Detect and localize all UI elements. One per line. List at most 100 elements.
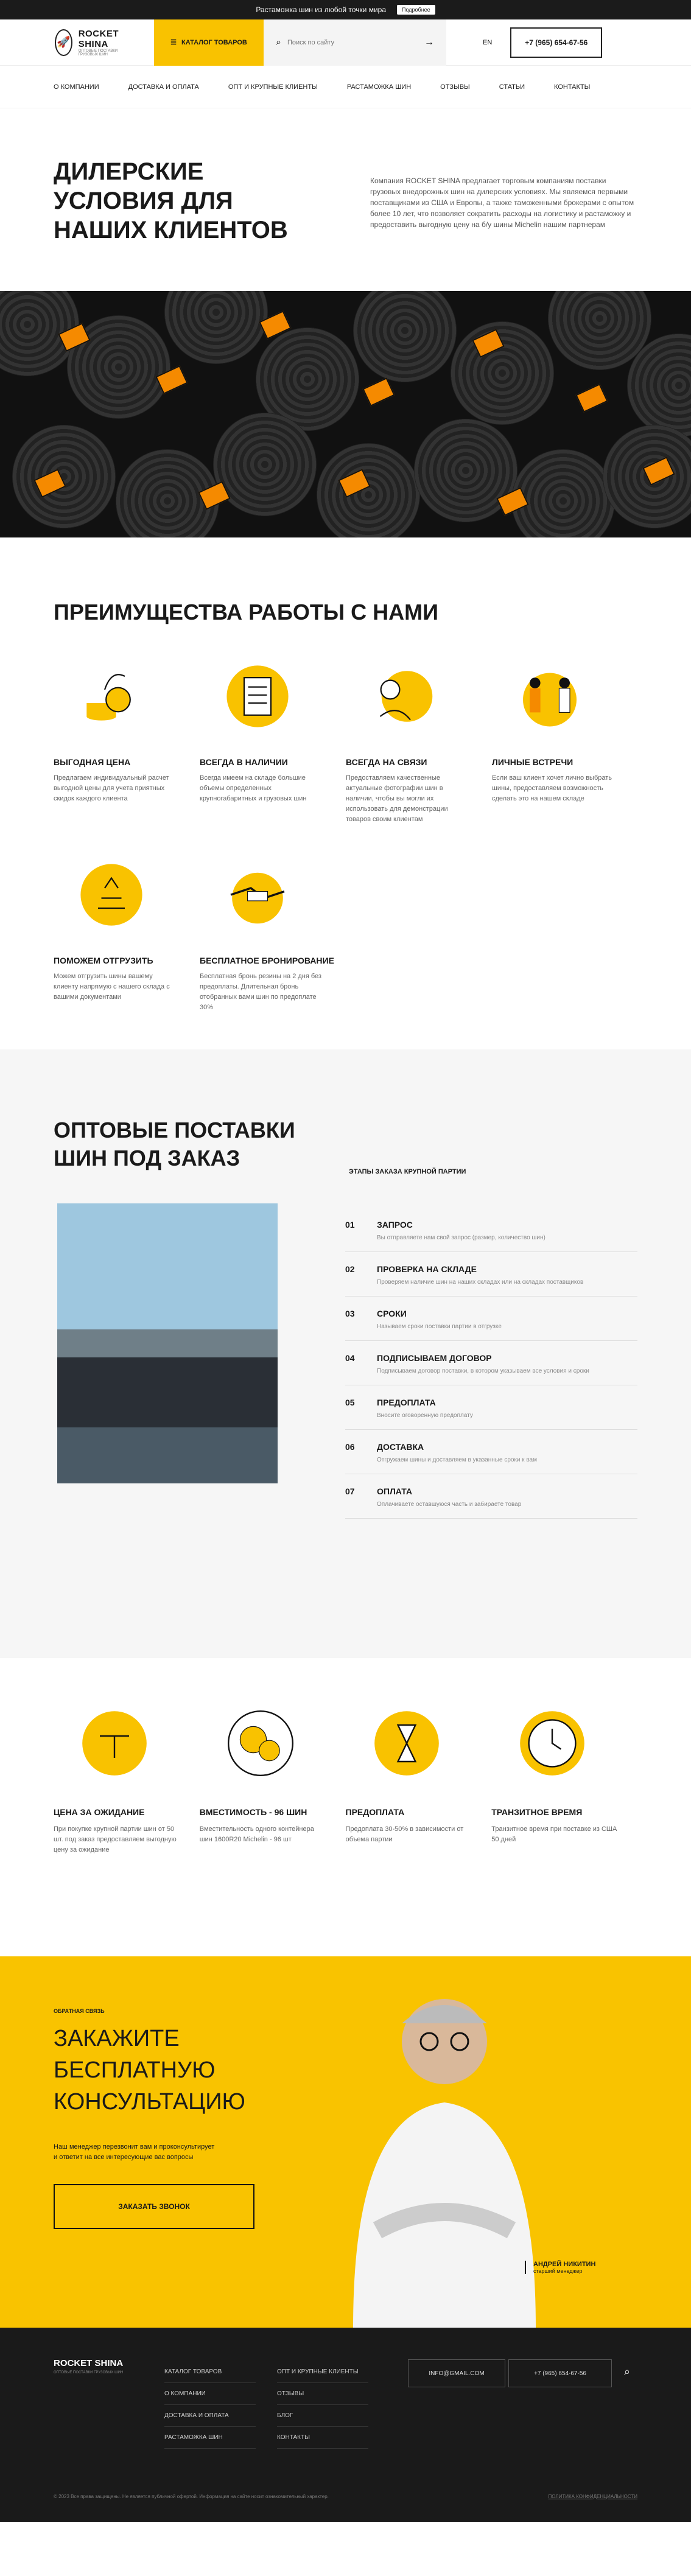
- stage-item: 03 СРОКИ Называем сроки поставки партии в …: [345, 1297, 637, 1341]
- footer-col-1: КАТАЛОГ ТОВАРОВ О КОМПАНИИ ДОСТАВКА И ОПЛА…: [164, 2361, 256, 2449]
- stat-title: ПРЕДОПЛАТА: [345, 1807, 405, 1817]
- stage-title: ДОСТАВКА: [377, 1442, 424, 1452]
- footer-link[interactable]: КАТАЛОГ ТОВАРОВ: [164, 2361, 256, 2383]
- wait-price-icon: [82, 1711, 147, 1776]
- stage-item: 02 ПРОВЕРКА НА СКЛАДЕ Проверяем наличие ши…: [345, 1252, 637, 1297]
- footer-phone-button[interactable]: +7 (965) 654-67-56: [508, 2359, 612, 2387]
- nav-item-company[interactable]: О КОМПАНИИ: [54, 83, 99, 91]
- nav-item-articles[interactable]: СТАТЬИ: [499, 83, 525, 91]
- stat-title: ТРАНЗИТНОЕ ВРЕМЯ: [491, 1807, 583, 1817]
- stages-list: 01 ЗАПРОС Вы отправляете нам свой запрос (…: [345, 1208, 637, 1519]
- copyright: © 2023 Все права защищены. Не является п…: [54, 2494, 329, 2499]
- stage-title: ПРОВЕРКА НА СКЛАДЕ: [377, 1264, 477, 1274]
- stage-title: СРОКИ: [377, 1309, 407, 1318]
- advantage-item: БЕСПЛАТНОЕ БРОНИРОВАНИЕ Бесплатная бронь …: [200, 861, 346, 1013]
- tires-banner-image: [0, 291, 691, 537]
- order-call-button[interactable]: ЗАКАЗАТЬ ЗВОНОК: [54, 2184, 254, 2229]
- footer-link[interactable]: РАСТАМОЖКА ШИН: [164, 2427, 256, 2449]
- stage-item: 04 ПОДПИСЫВАЕМ ДОГОВОР Подписываем договор…: [345, 1341, 637, 1385]
- advantage-text: Бесплатная бронь резины на 2 дня без пре…: [200, 973, 321, 1011]
- privacy-link[interactable]: ПОЛИТИКА КОНФИДЕНЦИАЛЬНОСТИ: [549, 2494, 638, 2499]
- advantages-section: ПРЕИМУЩЕСТВА РАБОТЫ С НАМИ ВЫГОДНАЯ ЦЕНА…: [0, 537, 691, 1049]
- footer-col-2: ОПТ И КРУПНЫЕ КЛИЕНТЫ ОТЗЫВЫ БЛОГ КОНТАКТЫ: [277, 2361, 368, 2449]
- catalog-button[interactable]: ☰ КАТАЛОГ ТОВАРОВ: [154, 19, 264, 66]
- stat-text: Вместительность одного контейнера шин 16…: [199, 1825, 314, 1843]
- stage-item: 07 ОПЛАТА Оплачиваете оставшуюся часть и з…: [345, 1474, 637, 1519]
- nav-item-delivery[interactable]: ДОСТАВКА И ОПЛАТА: [128, 83, 199, 91]
- cta-text: Наш менеджер перезвонит вам и проконсуль…: [54, 2143, 215, 2161]
- phone-button[interactable]: +7 (965) 654-67-56: [510, 27, 603, 58]
- arrow-right-icon[interactable]: →: [424, 37, 434, 48]
- nav-item-customs[interactable]: РАСТАМОЖКА ШИН: [347, 83, 411, 91]
- search-icon[interactable]: ⌕: [624, 2365, 630, 2378]
- manager-role: старший менеджер: [533, 2268, 583, 2274]
- search-icon: ⌕: [276, 37, 281, 47]
- advantage-text: Можем отгрузить шины вашему клиенту напр…: [54, 973, 170, 1001]
- topbar-more-button[interactable]: Подробнее: [397, 5, 435, 15]
- stat-text: При покупке крупной партии шин от 50 шт.…: [54, 1825, 177, 1853]
- logo[interactable]: 🚀 ROCKET SHINA ОПТОВЫЕ ПОСТАВКИ ГРУЗОВЫХ …: [0, 29, 124, 57]
- topbar: Растаможка шин из любой точки мира Подро…: [0, 0, 691, 19]
- stage-text: Вносите оговоренную предоплату: [377, 1412, 473, 1419]
- main-nav: О КОМПАНИИ ДОСТАВКА И ОПЛАТА ОПТ И КРУПН…: [0, 66, 691, 108]
- footer-link[interactable]: БЛОГ: [277, 2405, 368, 2427]
- stat-text: Транзитное время при поставке из США 50 …: [491, 1825, 617, 1843]
- manager-caption: АНДРЕЙ НИКИТИН старший менеджер: [525, 2261, 595, 2274]
- stage-number: 06: [345, 1442, 355, 1452]
- advantage-title: ВСЕГДА НА СВЯЗИ: [346, 757, 427, 767]
- consultation-section: ОБРАТНАЯ СВЯЗЬ ЗАКАЖИТЕ БЕСПЛАТНУЮ КОНСУ…: [0, 1956, 691, 2328]
- footer-link[interactable]: ОТЗЫВЫ: [277, 2383, 368, 2405]
- advantage-title: ВСЕГДА В НАЛИЧИИ: [200, 757, 288, 767]
- advantage-item: ВЫГОДНАЯ ЦЕНА Предлагаем индивидуальный р…: [54, 663, 200, 825]
- advantage-title: БЕСПЛАТНОЕ БРОНИРОВАНИЕ: [200, 956, 334, 965]
- footer-email-button[interactable]: INFO@GMAIL.COM: [408, 2359, 505, 2387]
- footer-link[interactable]: О КОМПАНИИ: [164, 2383, 256, 2405]
- nav-item-contacts[interactable]: КОНТАКТЫ: [554, 83, 590, 91]
- stat-item: ПРЕДОПЛАТА Предоплата 30-50% в зависимост…: [346, 1707, 492, 1908]
- footer-link[interactable]: КОНТАКТЫ: [277, 2427, 368, 2449]
- stage-number: 04: [345, 1353, 355, 1363]
- stats-section: ЦЕНА ЗА ОЖИДАНИЕ При покупке крупной парт…: [0, 1658, 691, 1956]
- nav-item-reviews[interactable]: ОТЗЫВЫ: [440, 83, 470, 91]
- stage-text: Оплачиваете оставшуюся часть и забираете…: [377, 1501, 522, 1508]
- hero-section: ДИЛЕРСКИЕ УСЛОВИЯ ДЛЯ НАШИХ КЛИЕНТОВ Ком…: [0, 108, 691, 291]
- coins-icon: [86, 674, 131, 721]
- manager-name: АНДРЕЙ НИКИТИН: [533, 2261, 596, 2268]
- advantage-text: Всегда имеем на складе большие объемы оп…: [200, 774, 307, 802]
- stage-number: 03: [345, 1309, 355, 1318]
- stat-title: ВМЕСТИМОСТЬ - 96 ШИН: [199, 1807, 307, 1817]
- advantage-title: ПОМОЖЕМ ОТГРУЗИТЬ: [54, 956, 153, 965]
- stage-item: 05 ПРЕДОПЛАТА Вносите оговоренную предопла…: [345, 1385, 637, 1430]
- stage-title: ОПЛАТА: [377, 1486, 412, 1496]
- nav-item-wholesale[interactable]: ОПТ И КРУПНЫЕ КЛИЕНТЫ: [228, 83, 318, 91]
- stage-title: ЗАПРОС: [377, 1220, 413, 1230]
- logo-subtitle: ОПТОВЫЕ ПОСТАВКИ ГРУЗОВЫХ ШИН: [78, 49, 118, 57]
- advantage-text: Предоставляем качественные актуальные фо…: [346, 774, 448, 823]
- port-image: [57, 1203, 278, 1483]
- stage-title: ПРЕДОПЛАТА: [377, 1398, 436, 1407]
- menu-icon: ☰: [170, 39, 177, 46]
- clock-icon: [520, 1711, 585, 1776]
- stat-item: ВМЕСТИМОСТЬ - 96 ШИН Вместительность одно…: [200, 1707, 346, 1908]
- stage-number: 05: [345, 1398, 355, 1407]
- footer-link[interactable]: ОПТ И КРУПНЫЕ КЛИЕНТЫ: [277, 2361, 368, 2383]
- checklist-icon: [226, 665, 289, 727]
- topbar-text: Растаможка шин из любой точки мира: [256, 5, 386, 14]
- language-switch[interactable]: EN: [483, 39, 492, 46]
- stat-title: ЦЕНА ЗА ОЖИДАНИЕ: [54, 1807, 145, 1817]
- logo-text: ROCKET SHINA: [78, 28, 119, 49]
- stages-title: ЭТАПЫ ЗАКАЗА КРУПНОЙ ПАРТИИ: [349, 1168, 466, 1175]
- manager-photo: [353, 1999, 536, 2328]
- advantage-title: ЛИЧНЫЕ ВСТРЕЧИ: [492, 757, 573, 767]
- stage-text: Отгружаем шины и доставляем в указанные …: [377, 1457, 537, 1463]
- stage-text: Проверяем наличие шин на наших складах и…: [377, 1279, 584, 1286]
- stage-text: Вы отправляете нам свой запрос (размер, …: [377, 1234, 545, 1241]
- footer-link[interactable]: ДОСТАВКА И ОПЛАТА: [164, 2405, 256, 2427]
- advantage-item: ВСЕГДА НА СВЯЗИ Предоставляем качественны…: [346, 663, 492, 825]
- rocket-icon: 🚀: [55, 29, 72, 56]
- hero-title: ДИЛЕРСКИЕ УСЛОВИЯ ДЛЯ НАШИХ КЛИЕНТОВ: [54, 158, 288, 243]
- cta-title: ЗАКАЖИТЕ БЕСПЛАТНУЮ КОНСУЛЬТАЦИЮ: [54, 2026, 245, 2115]
- search-input[interactable]: [287, 38, 418, 46]
- search-box: ⌕ →: [264, 19, 446, 66]
- meeting-icon: [523, 673, 577, 727]
